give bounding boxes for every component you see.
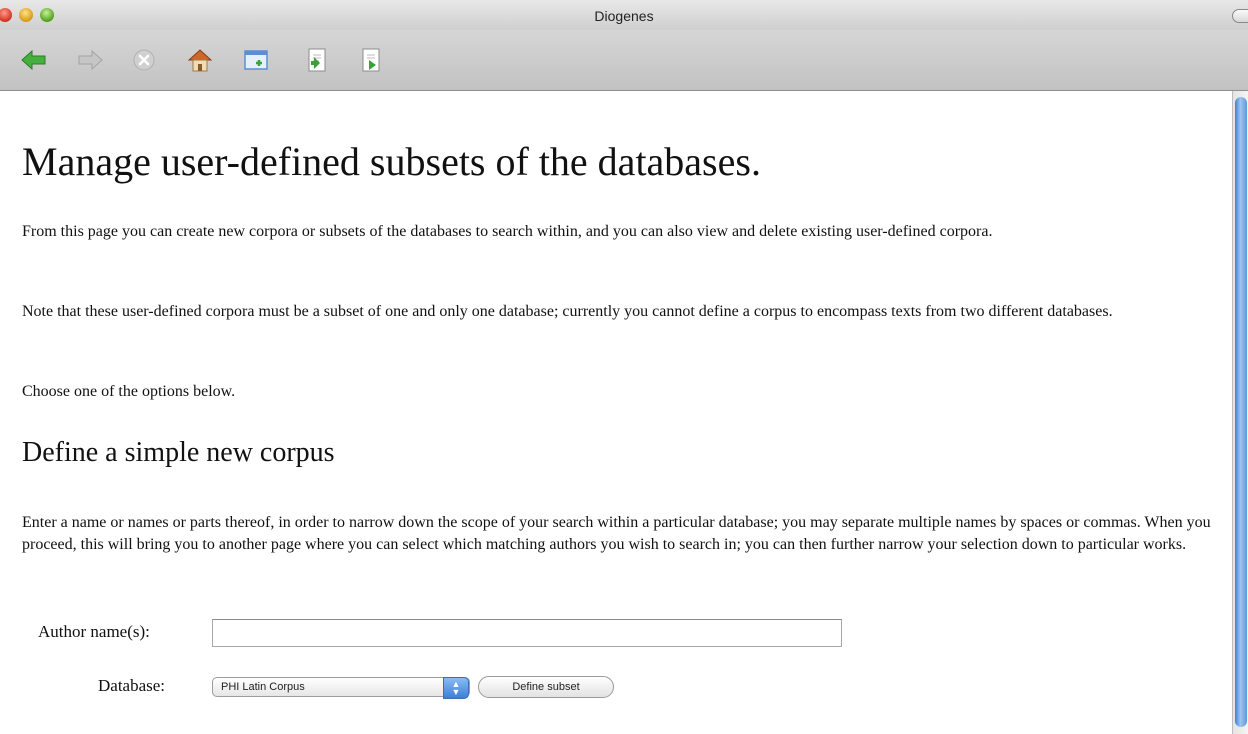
- open-icon: [308, 48, 326, 72]
- choose-paragraph: Choose one of the options below.: [22, 383, 236, 400]
- select-arrows-icon: ▲ ▼: [443, 677, 469, 699]
- database-selected-value: PHI Latin Corpus: [221, 681, 305, 693]
- toolbar: [0, 30, 1248, 91]
- define-subset-button[interactable]: Define subset: [478, 676, 614, 698]
- new-window-icon: [244, 50, 268, 70]
- database-select[interactable]: PHI Latin Corpus ▲ ▼: [212, 677, 470, 699]
- section-title: Define a simple new corpus: [22, 437, 335, 468]
- vertical-scrollbar[interactable]: [1232, 91, 1248, 734]
- page-content: Manage user-defined subsets of the datab…: [0, 91, 1232, 734]
- forward-arrow-icon: [78, 49, 103, 71]
- note-paragraph: Note that these user-defined corpora mus…: [22, 303, 1113, 320]
- intro-paragraph: From this page you can create new corpor…: [22, 223, 993, 240]
- home-icon: [187, 49, 213, 72]
- back-arrow-icon: [21, 49, 46, 71]
- scroll-thumb[interactable]: [1235, 97, 1247, 727]
- home-button[interactable]: [186, 46, 214, 74]
- window-title: Diogenes: [594, 8, 654, 24]
- title-bar: Diogenes: [0, 0, 1248, 30]
- new-window-button[interactable]: [243, 46, 271, 74]
- toolbar-toggle-button[interactable]: [1232, 9, 1248, 23]
- page-title: Manage user-defined subsets of the datab…: [22, 139, 761, 184]
- save-icon: [362, 48, 380, 72]
- author-name-input[interactable]: [212, 619, 842, 647]
- stop-icon: [133, 49, 155, 71]
- stop-button[interactable]: [130, 46, 158, 74]
- database-label: Database:: [98, 676, 166, 695]
- author-name-label: Author name(s):: [38, 622, 150, 641]
- save-button[interactable]: [357, 46, 385, 74]
- back-button[interactable]: [20, 46, 48, 74]
- open-button[interactable]: [303, 46, 331, 74]
- section-paragraph: Enter a name or names or parts thereof, …: [22, 514, 1211, 553]
- forward-button[interactable]: [76, 46, 104, 74]
